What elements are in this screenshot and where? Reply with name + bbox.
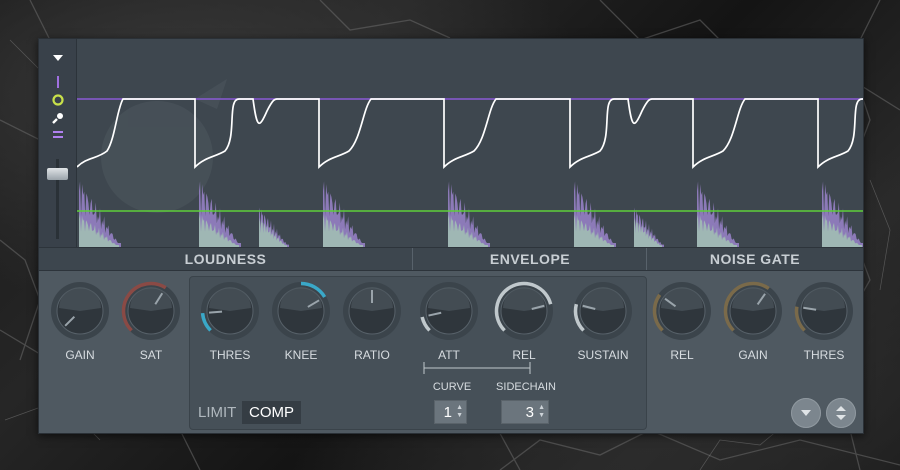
sustain-knob[interactable] bbox=[572, 280, 634, 342]
knee-label: KNEE bbox=[284, 348, 318, 362]
sidechain-spinner[interactable]: 3 ▲ ▼ bbox=[501, 400, 549, 424]
rel-knob[interactable] bbox=[493, 280, 555, 342]
chevron-down-icon bbox=[801, 410, 811, 416]
att-label: ATT bbox=[438, 348, 460, 362]
sidechain-label: SIDECHAIN bbox=[496, 381, 556, 393]
spinner-arrows-icon: ▲ ▼ bbox=[456, 404, 463, 419]
knob-pointer bbox=[208, 310, 223, 314]
waveform-display[interactable] bbox=[77, 39, 863, 247]
ratio-label: RATIO bbox=[354, 348, 390, 362]
spinner-arrows-icon: ▲ ▼ bbox=[538, 404, 545, 419]
ratio-knob[interactable] bbox=[341, 280, 403, 342]
plugin-window: LOUDNESS ENVELOPE NOISE GATE GAIN SAT THRE… bbox=[38, 38, 864, 434]
thres-knob[interactable] bbox=[199, 280, 261, 342]
zoom-slider-handle[interactable] bbox=[47, 168, 68, 180]
thres-label: THRES bbox=[209, 348, 251, 362]
curve-value: 1 bbox=[443, 404, 452, 421]
section-envelope: ENVELOPE bbox=[489, 251, 571, 267]
point-tool-icon[interactable] bbox=[48, 93, 68, 107]
sat-knob[interactable] bbox=[120, 280, 182, 342]
gate-gain-knob[interactable] bbox=[722, 280, 784, 342]
gain-knob[interactable] bbox=[49, 280, 111, 342]
rel-label: REL bbox=[512, 348, 536, 362]
gate-rel-knob[interactable] bbox=[651, 280, 713, 342]
up-down-arrows-icon bbox=[836, 406, 846, 420]
section-header-bar: LOUDNESS ENVELOPE NOISE GATE bbox=[39, 247, 863, 271]
preset-browse-button[interactable] bbox=[826, 398, 856, 428]
knee-knob[interactable] bbox=[270, 280, 332, 342]
gate-thres-knob[interactable] bbox=[793, 280, 855, 342]
sustain-label: SUSTAIN bbox=[577, 348, 629, 362]
limit-mode-button[interactable]: LIMIT bbox=[191, 401, 243, 424]
equals-tool-icon[interactable] bbox=[48, 128, 68, 142]
gain-label: GAIN bbox=[65, 348, 95, 362]
preset-menu-button[interactable] bbox=[791, 398, 821, 428]
curve-label: CURVE bbox=[432, 381, 472, 393]
tool-strip bbox=[39, 39, 77, 247]
menu-arrow-icon[interactable] bbox=[48, 51, 68, 65]
section-noise-gate: NOISE GATE bbox=[709, 251, 801, 267]
brush-tool-icon[interactable] bbox=[48, 111, 68, 125]
att-knob[interactable] bbox=[418, 280, 480, 342]
gate-gain-label: GAIN bbox=[738, 348, 768, 362]
gate-thres-label: THRES bbox=[803, 348, 845, 362]
envelope-link-bracket bbox=[423, 362, 531, 374]
curve-spinner[interactable]: 1 ▲ ▼ bbox=[434, 400, 467, 424]
gate-rel-label: REL bbox=[670, 348, 694, 362]
line-tool-icon[interactable] bbox=[48, 75, 68, 89]
controls-panel: GAIN SAT THRES KNEE RATIO ATT REL SUSTAIN REL GAI… bbox=[39, 270, 863, 433]
sat-label: SAT bbox=[139, 348, 163, 362]
comp-mode-button[interactable]: COMP bbox=[242, 401, 301, 424]
sidechain-value: 3 bbox=[525, 404, 534, 421]
section-loudness: LOUDNESS bbox=[184, 251, 267, 267]
